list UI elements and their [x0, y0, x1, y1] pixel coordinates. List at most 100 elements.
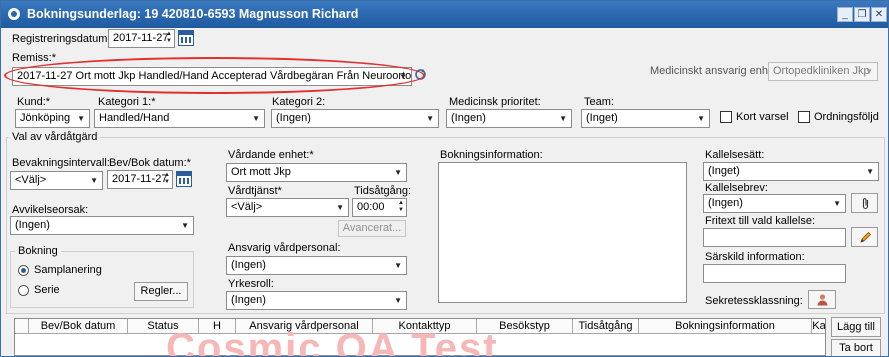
- bevakning-label: Bevakningsintervall:: [12, 157, 110, 169]
- vardtjanst-label: Vårdtjänst*: [228, 185, 282, 197]
- window-title: Bokningsunderlag: 19 420810-6593 Magnuss…: [27, 7, 359, 21]
- kategori2-value: (Ingen): [276, 112, 311, 124]
- chevron-down-icon: ▼: [833, 199, 841, 208]
- bokning-title: Bokning: [15, 245, 61, 257]
- ordningsfoljd-checkbox[interactable]: [798, 111, 810, 123]
- spinner-icon[interactable]: ▲ ▼: [398, 200, 404, 214]
- restore-button[interactable]: ❐: [854, 7, 870, 22]
- chevron-down-icon: ▼: [426, 114, 434, 123]
- person-icon: [817, 294, 828, 306]
- annotation-ellipse: [4, 57, 425, 94]
- kort-varsel-checkbox[interactable]: [720, 111, 732, 123]
- spinner-icon[interactable]: ▲ ▼: [164, 172, 170, 186]
- kort-varsel-label: Kort varsel: [736, 111, 789, 123]
- vardtjanst-select[interactable]: <Välj> ▼: [226, 198, 349, 217]
- kallelsesatt-select[interactable]: (Inget) ▼: [703, 162, 879, 181]
- title-bar: Bokningsunderlag: 19 420810-6593 Magnuss…: [1, 1, 888, 28]
- team-label: Team:: [584, 96, 614, 108]
- kallelsebrev-value: (Ingen): [708, 197, 743, 209]
- column-header[interactable]: Bokningsinformation: [639, 319, 812, 334]
- row-selector-header: [15, 319, 29, 334]
- column-header[interactable]: Tidsåtgång: [573, 319, 639, 334]
- kategori1-label: Kategori 1:*: [98, 96, 156, 108]
- yrkesroll-select[interactable]: (Ingen) ▼: [226, 291, 407, 310]
- medical-unit-label: Medicinskt ansvarig enhet*:: [650, 65, 785, 77]
- fritext-input[interactable]: [703, 228, 846, 247]
- ansvarig-select[interactable]: (Ingen) ▼: [226, 256, 407, 275]
- chevron-down-icon: ▼: [865, 67, 873, 76]
- chevron-down-icon: ▼: [252, 114, 260, 123]
- chevron-down-icon: ▼: [181, 221, 189, 230]
- sarskild-input[interactable]: [703, 264, 846, 283]
- samplanering-label: Samplanering: [34, 264, 102, 276]
- minimize-button[interactable]: _: [837, 7, 853, 22]
- registration-date-field[interactable]: 2017-11-27 ▲ ▼: [108, 29, 175, 48]
- priority-label: Medicinsk prioritet:: [449, 96, 541, 108]
- yrkesroll-label: Yrkesroll:: [228, 278, 274, 290]
- bokningsinfo-label: Bokningsinformation:: [440, 149, 543, 161]
- tidsatgang-value: 00:00: [357, 201, 385, 213]
- yrkesroll-value: (Ingen): [231, 294, 266, 306]
- sekretess-label: Sekretessklassning:: [705, 295, 803, 307]
- bevbok-value: 2017-11-27: [112, 173, 168, 185]
- chevron-down-icon: ▼: [866, 167, 874, 176]
- kallelsebrev-select[interactable]: (Ingen) ▼: [703, 194, 846, 213]
- registration-date-label: Registreringsdatum:: [12, 33, 111, 45]
- ordningsfoljd-label: Ordningsföljd: [814, 111, 879, 123]
- sekretess-button[interactable]: [808, 290, 836, 309]
- val-av-vardatgard-title: Val av vårdåtgärd: [9, 131, 101, 143]
- calendar-icon[interactable]: [178, 30, 194, 46]
- kund-label: Kund:*: [17, 96, 51, 108]
- vardande-label: Vårdande enhet:*: [228, 149, 314, 161]
- vardande-select[interactable]: Ort mott Jkp ▼: [226, 163, 407, 182]
- chevron-down-icon: ▼: [559, 114, 567, 123]
- kategori2-select[interactable]: (Ingen) ▼: [271, 109, 439, 128]
- ansvarig-value: (Ingen): [231, 259, 266, 271]
- remiss-label: Remiss:*: [12, 52, 57, 64]
- regler-button[interactable]: Regler...: [134, 282, 188, 301]
- chevron-down-icon: ▼: [77, 114, 85, 123]
- medical-unit-select: Ortopedkliniken Jkp ▼: [768, 62, 878, 81]
- team-value: (Inget): [586, 112, 618, 124]
- attach-button[interactable]: [851, 193, 878, 213]
- priority-value: (Ingen): [451, 112, 486, 124]
- kund-select[interactable]: Jönköping ▼: [15, 109, 90, 128]
- serie-radio[interactable]: [18, 285, 29, 296]
- kallelsebrev-label: Kallelsebrev:: [705, 182, 768, 194]
- serie-label: Serie: [34, 284, 60, 296]
- spinner-icon[interactable]: ▲ ▼: [166, 31, 172, 45]
- kategori1-value: Handled/Hand: [99, 112, 170, 124]
- vardtjanst-value: <Välj>: [231, 201, 263, 213]
- tidsatgang-field[interactable]: 00:00 ▲ ▼: [352, 198, 407, 217]
- bevakning-value: <Välj>: [15, 174, 47, 186]
- kund-value: Jönköping: [20, 112, 71, 124]
- calendar-icon[interactable]: [176, 171, 192, 187]
- kallelsesatt-label: Kallelsesätt:: [705, 149, 765, 161]
- chevron-down-icon: ▼: [90, 176, 98, 185]
- close-button[interactable]: ✕: [871, 7, 887, 22]
- avancerat-button[interactable]: Avancerat...: [338, 220, 406, 237]
- edit-button[interactable]: [851, 227, 878, 247]
- avvikelse-value: (Ingen): [15, 219, 50, 231]
- ansvarig-label: Ansvarig vårdpersonal:: [228, 242, 341, 254]
- bevbok-date-field[interactable]: 2017-11-27 ▲ ▼: [107, 170, 173, 189]
- chevron-down-icon: ▼: [336, 203, 344, 212]
- avvikelse-select[interactable]: (Ingen) ▼: [10, 216, 194, 235]
- kallelsesatt-value: (Inget): [708, 165, 740, 177]
- column-header[interactable]: Bev/Bok datum: [29, 319, 128, 334]
- lagg-till-button[interactable]: Lägg till: [831, 317, 881, 337]
- pencil-icon: [860, 231, 872, 243]
- samplanering-radio[interactable]: [18, 265, 29, 276]
- team-select[interactable]: (Inget) ▼: [581, 109, 710, 128]
- column-header[interactable]: Ka: [812, 319, 825, 334]
- bevakning-select[interactable]: <Välj> ▼: [10, 171, 103, 190]
- chevron-down-icon: ▼: [394, 261, 402, 270]
- avvikelse-label: Avvikelseorsak:: [12, 204, 89, 216]
- priority-select[interactable]: (Ingen) ▼: [446, 109, 572, 128]
- bokningsinfo-textarea[interactable]: [438, 162, 687, 303]
- kategori2-label: Kategori 2:: [272, 96, 326, 108]
- app-gear-icon: [8, 8, 20, 20]
- ta-bort-button[interactable]: Ta bort: [831, 339, 881, 356]
- kategori1-select[interactable]: Handled/Hand ▼: [94, 109, 265, 128]
- vardande-value: Ort mott Jkp: [231, 166, 291, 178]
